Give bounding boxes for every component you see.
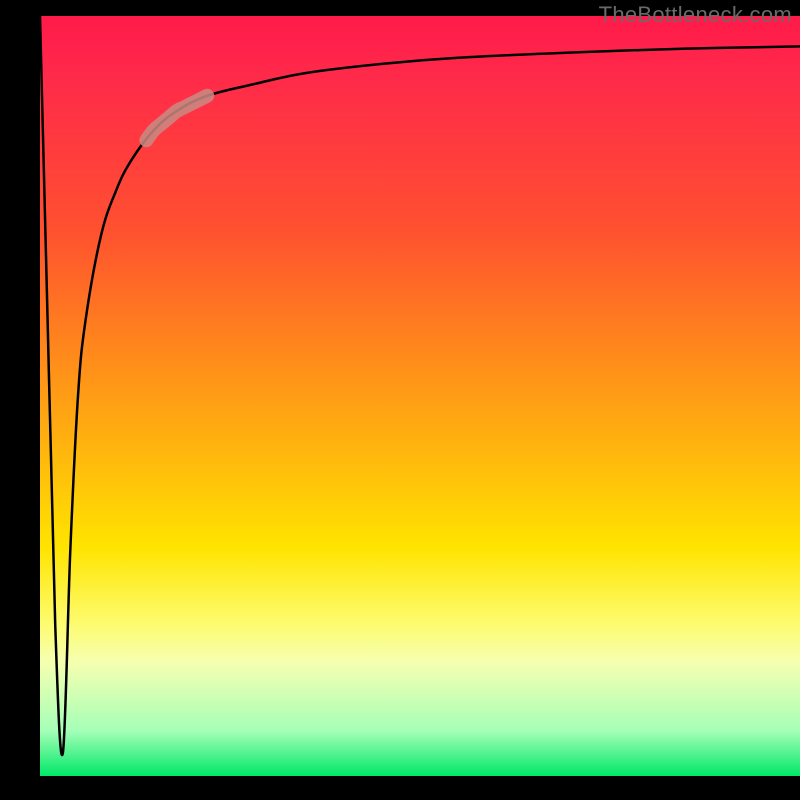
curve-layer — [40, 16, 800, 776]
highlight-marker — [146, 96, 207, 140]
chart-root: TheBottleneck.com — [0, 0, 800, 800]
